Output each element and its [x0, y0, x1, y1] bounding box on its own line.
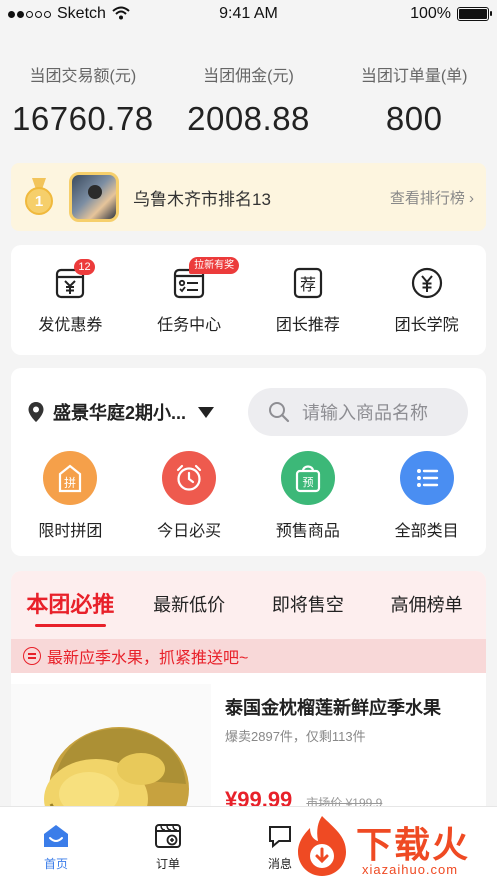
- watermark: 下载火 xiazaihuo.com: [288, 810, 497, 883]
- view-leaderboard-link[interactable]: 查看排行榜 ›: [390, 187, 474, 208]
- academy-yen-icon: [409, 265, 445, 301]
- presale-bag-icon: 预: [280, 451, 335, 505]
- search-input[interactable]: 请输入商品名称: [248, 388, 468, 436]
- product-sales: 爆卖2897件，仅剩113件: [225, 729, 366, 744]
- battery-percent: 100%: [410, 5, 451, 22]
- group-stats: 当团交易额(元) 16760.78 当团佣金(元) 2008.88 当团订单量(…: [0, 62, 497, 138]
- tools-card: 12 发优惠券 拉新有奖 任务中心 荐 团长推荐 团长学院: [11, 245, 486, 355]
- tool-coupon[interactable]: 12 发优惠券: [11, 245, 130, 355]
- tab-label: 首页: [43, 857, 68, 871]
- svg-text:预: 预: [302, 476, 313, 489]
- coupon-yen-icon: 12: [52, 259, 95, 301]
- stat-label: 当团佣金(元): [203, 68, 294, 85]
- tool-recommend[interactable]: 荐 团长推荐: [249, 245, 368, 355]
- svg-text:荐: 荐: [300, 275, 316, 294]
- search-placeholder: 请输入商品名称: [302, 403, 428, 423]
- tab-high-commission[interactable]: 高佣榜单: [367, 571, 486, 639]
- alarm-clock-icon: [162, 451, 217, 505]
- stat-transaction: 当团交易额(元) 16760.78: [0, 62, 166, 138]
- watermark-url: xiazaihuo.com: [362, 862, 459, 877]
- notice-text: 最新应季水果，抓紧推送吧~: [47, 650, 249, 667]
- location-selector[interactable]: 盛景华庭2期小...: [53, 399, 186, 425]
- task-list-icon: 拉新有奖: [171, 257, 240, 301]
- category-label: 全部类目: [394, 523, 459, 540]
- category-today-must-buy[interactable]: 今日必买: [130, 451, 249, 541]
- tab-label: 订单: [155, 857, 180, 871]
- new-reward-badge: 拉新有奖: [189, 257, 240, 274]
- category-label: 今日必买: [157, 523, 222, 540]
- battery-icon: [457, 7, 492, 21]
- tab-home[interactable]: 首页: [0, 807, 112, 883]
- search-icon: [269, 402, 290, 423]
- list-icon: [399, 451, 454, 505]
- product-title: 泰国金枕榴莲新鲜应季水果: [225, 698, 441, 718]
- signal-strength-icon: [8, 10, 51, 18]
- category-group-buy[interactable]: 拼 限时拼团: [11, 451, 130, 541]
- coupon-count-badge: 12: [74, 259, 95, 275]
- tool-label: 发优惠券: [38, 317, 103, 334]
- category-label: 限时拼团: [38, 523, 103, 540]
- category-row: 拼 限时拼团 今日必买 预 预售商品 全部类目: [11, 451, 486, 541]
- tab-latest-low-price[interactable]: 最新低价: [130, 571, 249, 639]
- svg-text:拼: 拼: [64, 476, 76, 490]
- stat-label: 当团交易额(元): [29, 68, 137, 85]
- category-label: 预售商品: [275, 523, 340, 540]
- notice-bar: 最新应季水果，抓紧推送吧~: [11, 639, 486, 673]
- watermark-title: 下载火: [356, 824, 471, 865]
- recommend-tabs: 本团必推 最新低价 即将售空 高佣榜单: [11, 571, 486, 639]
- tool-task-center[interactable]: 拉新有奖 任务中心: [130, 245, 249, 355]
- category-presale[interactable]: 预 预售商品: [249, 451, 368, 541]
- tab-group-must-push[interactable]: 本团必推: [11, 571, 130, 639]
- group-buy-icon: 拼: [43, 451, 98, 505]
- ranking-text: 乌鲁木齐市排名13: [133, 189, 271, 209]
- stat-value: 800: [385, 100, 443, 137]
- tool-label: 任务中心: [157, 317, 222, 334]
- medal-number: 1: [25, 187, 53, 215]
- ranking-card[interactable]: 1 乌鲁木齐市排名13 查看排行榜 ›: [11, 163, 486, 231]
- caret-down-icon[interactable]: [198, 406, 215, 418]
- avatar: [69, 172, 119, 222]
- order-icon: [155, 824, 181, 848]
- stat-orders: 当团订单量(单) 800: [331, 62, 497, 138]
- status-bar: Sketch 9:41 AM 100%: [0, 0, 497, 28]
- location-row: 盛景华庭2期小... 请输入商品名称: [11, 388, 486, 436]
- recommend-icon: 荐: [290, 265, 326, 301]
- category-all[interactable]: 全部类目: [367, 451, 486, 541]
- tab-selling-out[interactable]: 即将售空: [249, 571, 368, 639]
- tab-orders[interactable]: 订单: [112, 807, 224, 883]
- wifi-icon: [112, 6, 130, 23]
- home-icon: [44, 825, 68, 847]
- tool-label: 团长学院: [394, 317, 459, 334]
- flame-logo-icon: [298, 816, 346, 876]
- stat-label: 当团订单量(单): [360, 68, 468, 85]
- stat-commission: 当团佣金(元) 2008.88: [166, 62, 332, 138]
- notice-icon: [23, 647, 41, 665]
- carrier-name: Sketch: [57, 5, 106, 22]
- tool-academy[interactable]: 团长学院: [367, 245, 486, 355]
- medal-icon: 1: [23, 178, 55, 216]
- tool-label: 团长推荐: [275, 317, 340, 334]
- location-pin-icon: [28, 402, 44, 422]
- stat-value: 2008.88: [187, 100, 310, 137]
- stat-value: 16760.78: [12, 100, 154, 137]
- shop-card: 盛景华庭2期小... 请输入商品名称 拼 限时拼团 今日必买 预 预售商品 全部…: [11, 368, 486, 556]
